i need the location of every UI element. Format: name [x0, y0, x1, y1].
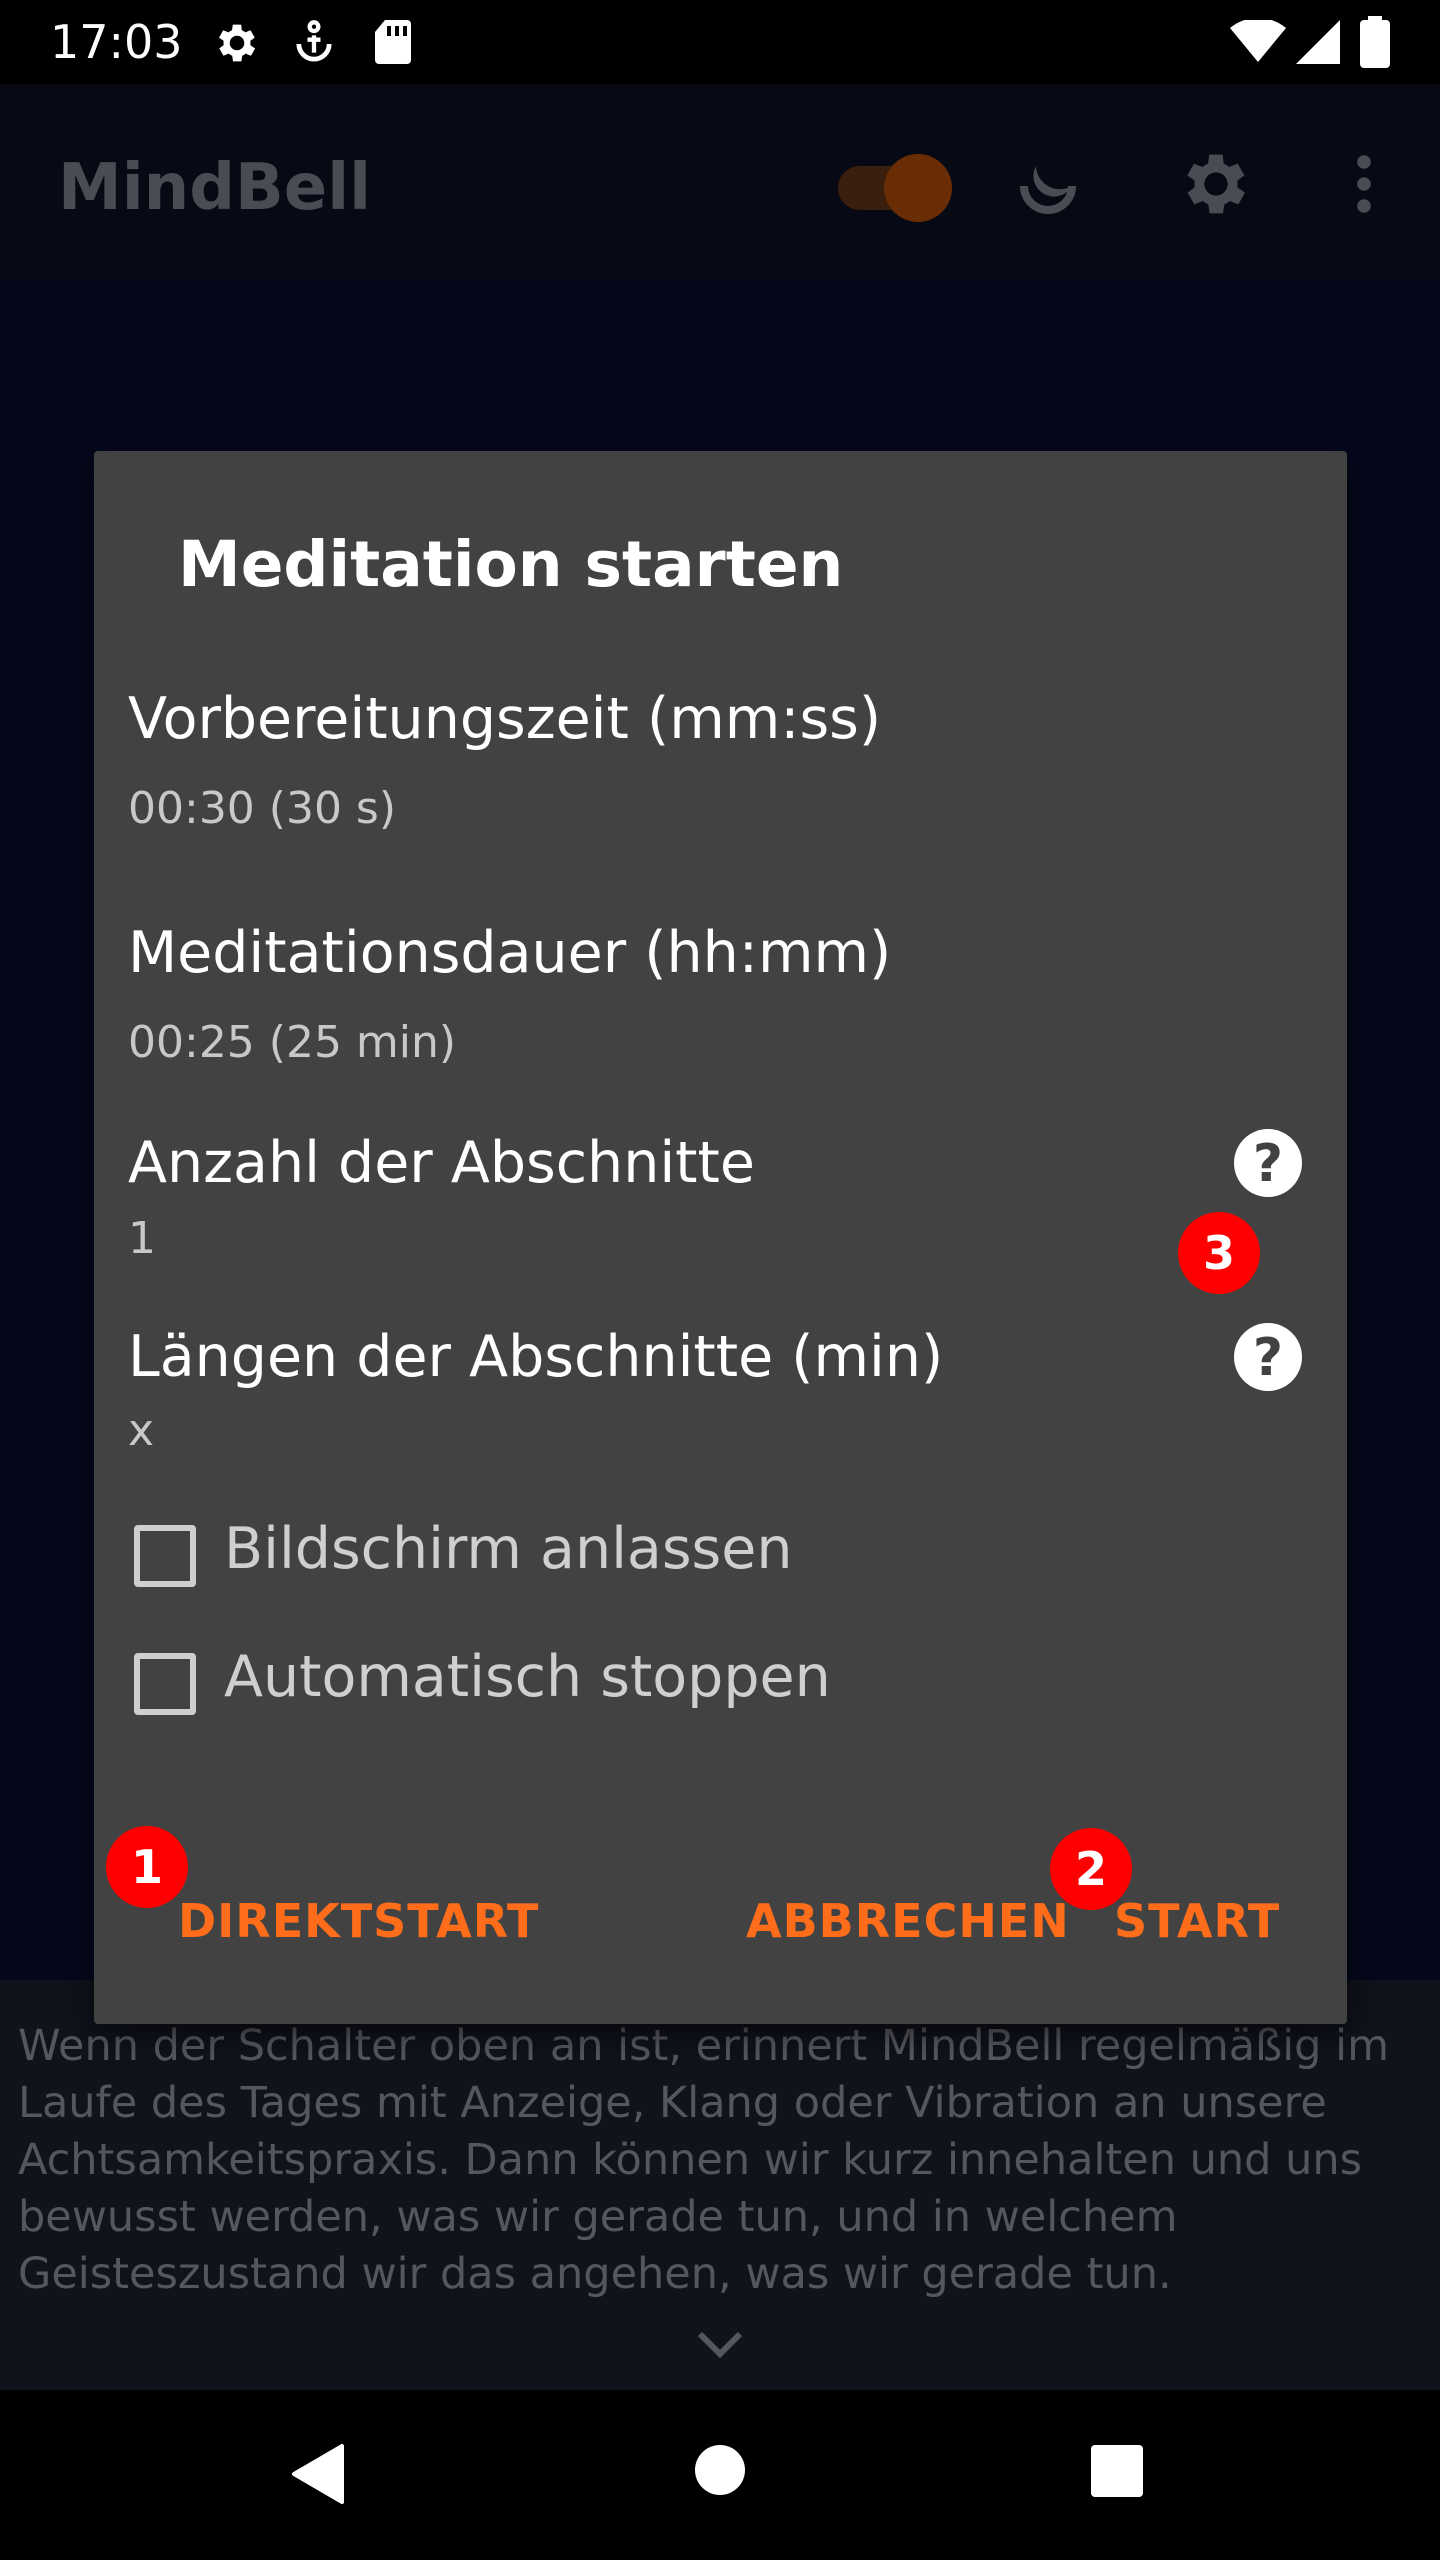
- app-bar: MindBell: [0, 84, 1440, 280]
- pref-summary: 00:25 (25 min): [128, 1017, 457, 1068]
- settings-gear-icon[interactable]: [1176, 144, 1256, 224]
- navigation-bar: [0, 2390, 1440, 2560]
- svg-text:?: ?: [1253, 1134, 1283, 1194]
- pref-title: Vorbereitungszeit (mm:ss): [128, 686, 882, 752]
- checkbox[interactable]: [134, 1653, 196, 1715]
- overflow-menu-icon[interactable]: [1340, 152, 1388, 216]
- info-text: Wenn der Schalter oben an ist, erinnert …: [18, 2021, 1389, 2299]
- pref-summary: x: [128, 1405, 155, 1456]
- chevron-down-icon[interactable]: [696, 2330, 744, 2360]
- start-button[interactable]: START: [1114, 1891, 1280, 1951]
- toggle-thumb: [884, 154, 952, 222]
- checkbox-label: Automatisch stoppen: [224, 1644, 831, 1710]
- back-icon[interactable]: [290, 2442, 346, 2506]
- checkbox[interactable]: [134, 1525, 196, 1587]
- svg-text:?: ?: [1253, 1328, 1283, 1388]
- checkbox-keep-screen-on[interactable]: Bildschirm anlassen: [134, 1513, 1034, 1593]
- start-meditation-dialog: Meditation starten Vorbereitungszeit (mm…: [94, 451, 1347, 2024]
- pref-summary: 1: [128, 1213, 156, 1264]
- status-time: 17:03: [50, 15, 183, 69]
- recents-icon[interactable]: [1090, 2444, 1144, 2498]
- direct-start-button[interactable]: DIREKTSTART: [178, 1891, 539, 1951]
- cancel-button[interactable]: ABBRECHEN: [746, 1891, 1070, 1951]
- home-icon[interactable]: [694, 2444, 746, 2496]
- reminder-toggle[interactable]: [838, 154, 954, 222]
- checkbox-label: Bildschirm anlassen: [224, 1516, 793, 1582]
- pref-title: Längen der Abschnitte (min): [128, 1324, 944, 1390]
- battery-icon: [1360, 16, 1390, 68]
- pref-summary: 00:30 (30 s): [128, 783, 397, 834]
- settings-icon: [219, 24, 256, 62]
- accessibility-icon: [296, 20, 332, 62]
- marker-2: 2: [1050, 1828, 1132, 1910]
- question-circle-icon[interactable]: ?: [1232, 1321, 1304, 1393]
- marker-1: 1: [106, 1826, 188, 1908]
- signal-icon: [1296, 20, 1340, 64]
- sd-card-icon: [375, 20, 411, 64]
- app-title: MindBell: [58, 151, 372, 225]
- pref-title: Meditationsdauer (hh:mm): [128, 920, 892, 986]
- checkbox-auto-stop[interactable]: Automatisch stoppen: [134, 1641, 1034, 1721]
- status-bar: 17:03: [0, 0, 1440, 84]
- dialog-title: Meditation starten: [178, 528, 844, 601]
- marker-3: 3: [1178, 1212, 1260, 1294]
- pref-title: Anzahl der Abschnitte: [128, 1130, 755, 1196]
- question-circle-icon[interactable]: ?: [1232, 1127, 1304, 1199]
- meditation-icon[interactable]: [1008, 146, 1088, 226]
- wifi-icon: [1230, 20, 1286, 62]
